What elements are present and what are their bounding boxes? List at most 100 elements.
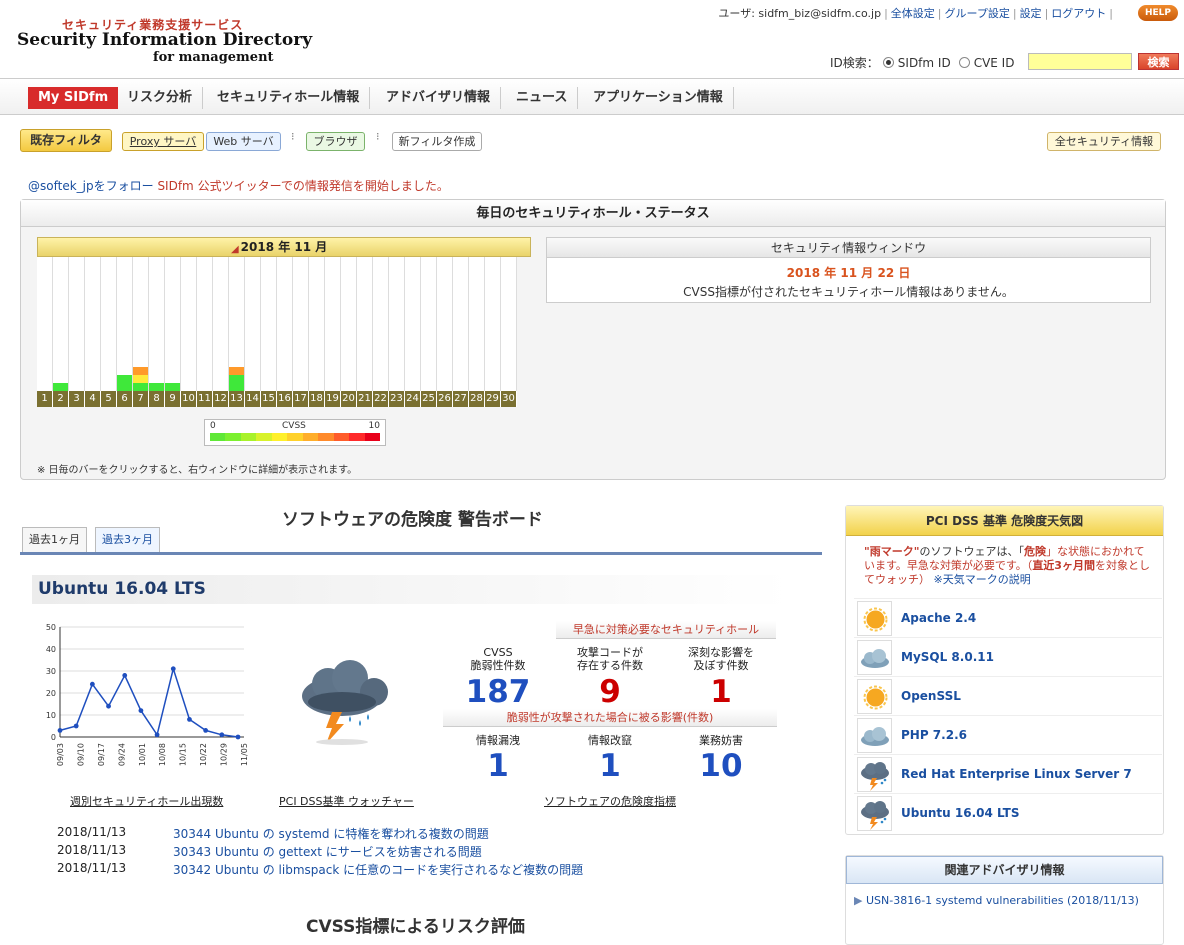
calendar-day-number[interactable]: 7 — [133, 391, 149, 407]
search-button[interactable]: 検索 — [1138, 53, 1179, 70]
calendar-day-column[interactable] — [101, 257, 117, 391]
calendar-day-number[interactable]: 18 — [309, 391, 325, 407]
calendar-day-column[interactable] — [37, 257, 53, 391]
pci-row-openssl[interactable]: OpenSSL — [854, 676, 1162, 715]
help-button[interactable]: HELP — [1138, 5, 1178, 21]
calendar-day-column[interactable] — [85, 257, 101, 391]
nav-risk-analysis[interactable]: リスク分析 — [117, 87, 204, 109]
nav-my-sidfm[interactable]: My SIDfm — [28, 87, 119, 109]
calendar-day-column[interactable] — [325, 257, 341, 391]
calendar-day-column[interactable] — [53, 257, 69, 391]
id-search-input[interactable] — [1028, 53, 1132, 70]
pci-software-name[interactable]: Apache 2.4 — [901, 611, 976, 625]
logo-title[interactable]: Security Information Directory — [17, 30, 312, 50]
calendar-cvss-bar[interactable] — [133, 383, 148, 391]
filter-browser-button[interactable]: ブラウザ — [306, 132, 365, 151]
calendar-day-number[interactable]: 1 — [37, 391, 53, 407]
calendar-day-column[interactable] — [213, 257, 229, 391]
calendar-day-column[interactable] — [69, 257, 85, 391]
calendar-day-column[interactable] — [485, 257, 501, 391]
pci-watcher-caption[interactable]: PCI DSS基準 ウォッチャー — [279, 793, 414, 809]
calendar-day-column[interactable] — [501, 257, 517, 391]
calendar-day-column[interactable] — [453, 257, 469, 391]
news-link[interactable]: 30342 Ubuntu の libmspack に任意のコードを実行されるなど… — [173, 861, 583, 878]
weekly-holes-caption[interactable]: 週別セキュリティホール出現数 — [70, 793, 223, 809]
calendar-day-number[interactable]: 30 — [501, 391, 517, 407]
calendar-day-column[interactable] — [149, 257, 165, 391]
calendar-day-number[interactable]: 3 — [69, 391, 85, 407]
calendar-day-number[interactable]: 4 — [85, 391, 101, 407]
calendar-day-number[interactable]: 15 — [261, 391, 277, 407]
calendar-day-number[interactable]: 28 — [469, 391, 485, 407]
news-link[interactable]: 30344 Ubuntu の systemd に特権を奪われる複数の問題 — [173, 825, 489, 842]
calendar-cvss-bar[interactable] — [229, 375, 244, 391]
calendar-day-number[interactable]: 5 — [101, 391, 117, 407]
pci-software-name[interactable]: OpenSSL — [901, 689, 961, 703]
pci-row-mysql[interactable]: MySQL 8.0.11 — [854, 637, 1162, 676]
calendar-day-number[interactable]: 20 — [341, 391, 357, 407]
calendar-cvss-bar[interactable] — [133, 375, 148, 383]
calendar-day-column[interactable] — [197, 257, 213, 391]
dos-value[interactable]: 10 — [671, 748, 771, 784]
calendar-day-column[interactable] — [341, 257, 357, 391]
calendar-cvss-bar[interactable] — [133, 367, 148, 375]
calendar-day-column[interactable] — [293, 257, 309, 391]
risk-index-caption[interactable]: ソフトウェアの危険度指標 — [544, 793, 676, 809]
calendar-day-column[interactable] — [389, 257, 405, 391]
calendar-day-number[interactable]: 16 — [277, 391, 293, 407]
all-security-info-button[interactable]: 全セキュリティ情報 — [1047, 132, 1161, 151]
pci-software-name[interactable]: Ubuntu 16.04 LTS — [901, 806, 1020, 820]
link-settings[interactable]: 設定 — [1020, 7, 1042, 20]
link-logout[interactable]: ログアウト — [1051, 7, 1106, 20]
pci-row-rhel[interactable]: Red Hat Enterprise Linux Server 7 — [854, 754, 1162, 793]
link-global-settings[interactable]: 全体設定 — [891, 7, 935, 20]
calendar-day-column[interactable] — [405, 257, 421, 391]
calendar-day-number[interactable]: 23 — [389, 391, 405, 407]
filter-proxy-button[interactable]: Proxy サーバ — [122, 132, 204, 151]
calendar-day-column[interactable] — [277, 257, 293, 391]
advisory-item[interactable]: ▶ USN-3816-1 systemd vulnerabilities (20… — [854, 894, 1139, 907]
radio-sidfm-id[interactable] — [882, 57, 894, 68]
calendar-cvss-bar[interactable] — [229, 367, 244, 375]
calendar-day-number[interactable]: 22 — [373, 391, 389, 407]
calendar-day-column[interactable] — [421, 257, 437, 391]
weekly-holes-line-chart[interactable]: 50 40 30 20 10 009/03 09/10 09/17 09/24 10/01 10/0… — [36, 619, 252, 779]
calendar-day-number[interactable]: 27 — [453, 391, 469, 407]
calendar-day-column[interactable] — [469, 257, 485, 391]
calendar-cvss-bar[interactable] — [53, 383, 68, 391]
link-group-settings[interactable]: グループ設定 — [945, 7, 1010, 20]
tab-past-1-month[interactable]: 過去1ヶ月 — [22, 527, 87, 552]
calendar-day-number[interactable]: 21 — [357, 391, 373, 407]
calendar-day-number[interactable]: 8 — [149, 391, 165, 407]
info-tamper-value[interactable]: 1 — [560, 748, 660, 784]
calendar-day-number[interactable]: 24 — [405, 391, 421, 407]
calendar-day-number[interactable]: 12 — [213, 391, 229, 407]
calendar-day-column[interactable] — [165, 257, 181, 391]
twitter-notice-link[interactable]: SIDfm 公式ツイッターでの情報発信を開始しました。 — [157, 179, 448, 193]
tab-past-3-months[interactable]: 過去3ヶ月 — [95, 527, 160, 552]
existing-filter-button[interactable]: 既存フィルタ — [20, 129, 112, 152]
calendar-day-column[interactable] — [373, 257, 389, 391]
calendar-day-column[interactable] — [181, 257, 197, 391]
pci-software-name[interactable]: MySQL 8.0.11 — [901, 650, 994, 664]
calendar-day-number[interactable]: 2 — [53, 391, 69, 407]
calendar-day-number[interactable]: 6 — [117, 391, 133, 407]
calendar-day-column[interactable] — [261, 257, 277, 391]
nav-applications[interactable]: アプリケーション情報 — [583, 87, 734, 109]
calendar-day-number[interactable]: 14 — [245, 391, 261, 407]
calendar-day-column[interactable] — [309, 257, 325, 391]
calendar-day-number[interactable]: 13 — [229, 391, 245, 407]
nav-security-holes[interactable]: セキュリティホール情報 — [207, 87, 371, 109]
calendar-day-number[interactable]: 19 — [325, 391, 341, 407]
nav-news[interactable]: ニュース — [506, 87, 579, 109]
calendar-day-number[interactable]: 10 — [181, 391, 197, 407]
calendar-day-column[interactable] — [357, 257, 373, 391]
calendar-day-number[interactable]: 11 — [197, 391, 213, 407]
pci-software-name[interactable]: PHP 7.2.6 — [901, 728, 967, 742]
info-leak-value[interactable]: 1 — [448, 748, 548, 784]
calendar-day-number[interactable]: 17 — [293, 391, 309, 407]
pci-row-ubuntu[interactable]: Ubuntu 16.04 LTS — [854, 793, 1162, 832]
radio-cve-id[interactable] — [958, 57, 970, 68]
cvss-count-value[interactable]: 187 — [448, 674, 548, 710]
nav-advisories[interactable]: アドバイザリ情報 — [376, 87, 502, 109]
